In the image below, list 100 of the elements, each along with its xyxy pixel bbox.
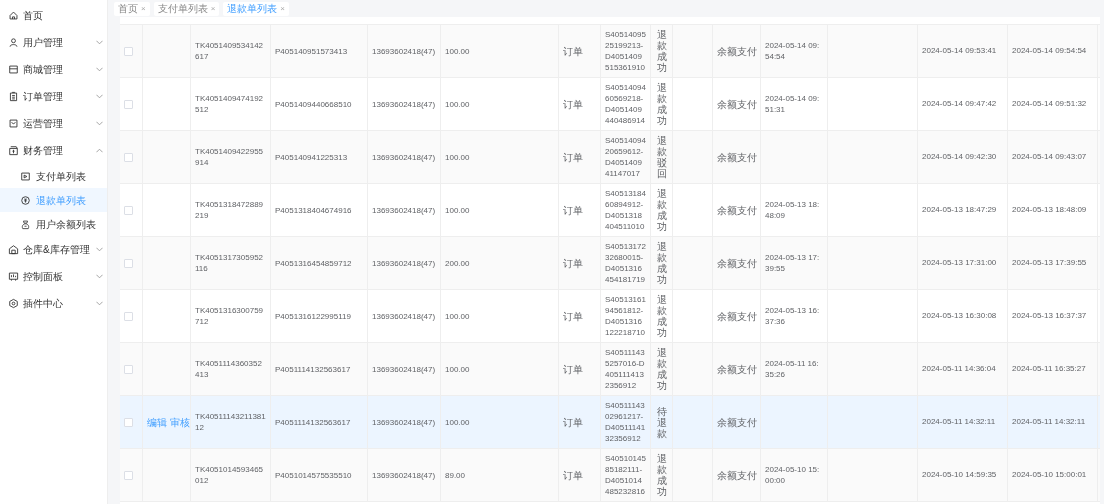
table-cell: P4051318404674916: [275, 204, 352, 216]
sidebar-item[interactable]: 订单管理: [23, 89, 92, 104]
menu-icon: [8, 37, 19, 48]
table-cell: 待退款: [656, 405, 667, 439]
table-cell: S4051318460894912-D4051318404511010: [605, 188, 646, 232]
table-cell: 2024-05-13 18:48:09: [1012, 204, 1087, 216]
row-checkbox[interactable]: [124, 152, 133, 162]
sidebar-item[interactable]: 财务管理: [23, 143, 92, 158]
row-checkbox[interactable]: [124, 364, 133, 374]
row-checkbox[interactable]: [124, 311, 133, 321]
menu-icon: [20, 194, 31, 206]
submenu-item[interactable]: 支付单列表: [0, 164, 107, 188]
table-cell: 100.00: [445, 363, 470, 375]
page-tab[interactable]: 首页 ×: [114, 1, 150, 16]
table-cell-text: 2024-05-13 16:37:36: [765, 305, 821, 327]
table-cell: S4051316194561812-D4051316122218710: [605, 294, 646, 338]
chevron-down-icon[interactable]: [96, 40, 103, 45]
table-cell: 2024-05-13 17:39:55: [1012, 257, 1087, 269]
table-cell-text: TK4051317305952116: [195, 252, 265, 274]
table-row[interactable]: TK4051409422955914 P405140941225313 13693602418(47) 100.00 订单 S4051409420659612-D405140941147017 退款驳回 余额支付 2024-05-14 09:42:30 2024-05-14 09:43:07: [120, 131, 1100, 184]
table-cell: S405111435257016-D4051114132356912: [605, 347, 646, 391]
table-cell-text: 2024-05-14 09:51:31: [765, 93, 821, 115]
table-cell: P405140941225313: [275, 151, 348, 163]
table-cell: 13693602418(47): [372, 257, 436, 269]
table-cell-text: TK4051409474192512: [195, 93, 265, 115]
sidebar-item[interactable]: 仓库&库存管理: [23, 242, 92, 257]
table-cell-text: 订单: [563, 468, 583, 483]
table-cell-text: 2024-05-13 17:39:55: [765, 252, 821, 274]
table-cell: P4051014575535510: [275, 469, 352, 481]
menu-icon: [8, 298, 19, 309]
table-cell: 13693602418(47): [372, 45, 436, 57]
table-cell-text: 订单: [563, 415, 583, 430]
sidebar-item[interactable]: 商城管理: [23, 62, 92, 77]
table-cell: 退款成功: [656, 82, 667, 126]
table-cell: 2024-05-14 09:54:54: [1012, 45, 1087, 57]
sidebar-item[interactable]: 运营管理: [23, 116, 92, 131]
chevron-down-icon[interactable]: [96, 121, 103, 126]
page-tab[interactable]: 支付单列表 ×: [153, 1, 220, 16]
table-cell: P4051409440668510: [275, 98, 352, 110]
row-checkbox[interactable]: [124, 99, 133, 109]
table-cell: 2024-05-13 16:37:37: [1012, 310, 1087, 322]
row-checkbox[interactable]: [124, 205, 133, 215]
chevron-down-icon[interactable]: [96, 301, 103, 306]
table-cell: 100.00: [445, 416, 470, 428]
table-cell: 2024-05-14 09:43:07: [1012, 151, 1087, 163]
table-cell: 13693602418(47): [372, 310, 436, 322]
table-cell: 2024-05-14 09:42:30: [922, 151, 997, 163]
chevron-down-icon[interactable]: [96, 67, 103, 72]
sidebar-item[interactable]: 用户管理: [23, 35, 92, 50]
table-cell: 2024-05-14 09:51:32: [1012, 98, 1087, 110]
sidebar-item[interactable]: 首页: [23, 8, 103, 23]
table-cell: S4051317232680015-D4051316454181719: [605, 241, 646, 285]
sidebar-item[interactable]: 插件中心: [23, 296, 92, 311]
table-cell-text: TK4051114360352413: [195, 358, 263, 380]
menu-icon: [8, 118, 19, 129]
row-checkbox[interactable]: [124, 470, 133, 480]
row-checkbox[interactable]: [124, 46, 133, 56]
chevron-down-icon[interactable]: [96, 247, 103, 252]
table-cell: 13693602418(47): [372, 98, 436, 110]
table-cell: 退款成功: [656, 29, 667, 73]
table-cell: 2024-05-11 14:36:04: [922, 363, 996, 375]
table-cell: 2024-05-13 17:31:00: [922, 257, 997, 269]
table-cell-text: 余额支付: [717, 97, 757, 112]
chevron-down-icon[interactable]: [96, 94, 103, 99]
table-cell-text: 2024-05-13 18:48:09: [765, 199, 821, 221]
table-cell-text: 2024-05-11 16:35:26: [765, 358, 820, 380]
table-cell: 100.00: [445, 151, 470, 163]
table-cell: 200.00: [445, 257, 470, 269]
menu-icon: [20, 218, 31, 230]
table-cell-text: 订单: [563, 150, 583, 165]
chevron-up-icon[interactable]: [96, 148, 103, 153]
row-checkbox[interactable]: [124, 258, 133, 268]
table-cell-text: 2024-05-14 09:54:54: [765, 40, 821, 62]
table-cell-text: 2024-05-10 15:00:00: [765, 464, 821, 486]
table-cell: 2024-05-10 15:00:01: [1012, 469, 1087, 481]
menu-icon: [8, 244, 19, 255]
table-cell-text: 余额支付: [717, 44, 757, 59]
table-cell: 100.00: [445, 45, 470, 57]
menu-icon: [8, 64, 19, 75]
submenu-item[interactable]: 用户余额列表: [0, 212, 107, 236]
table-cell-text: 订单: [563, 203, 583, 218]
table-cell: P4051114132563617: [275, 363, 351, 375]
chevron-down-icon[interactable]: [96, 274, 103, 279]
row-checkbox[interactable]: [124, 417, 133, 427]
menu-icon: [8, 145, 19, 156]
table-cell: 2024-05-13 18:47:29: [922, 204, 997, 216]
table-cell-text: TK4051409534142617: [195, 40, 265, 62]
table-cell: S4051014585182111-D4051014485232816: [605, 453, 646, 497]
table-cell: 13693602418(47): [372, 204, 436, 216]
sidebar-item[interactable]: 控制面板: [23, 269, 92, 284]
table-cell: TK4051114321138112: [195, 411, 266, 433]
table-cell: S4051409420659612-D405140941147017: [605, 135, 646, 179]
table-cell: P4051316122995119: [275, 310, 351, 322]
table-cell: P405140951573413: [275, 45, 348, 57]
table-cell: 退款成功: [656, 453, 667, 497]
table-cell-text: 余额支付: [717, 256, 757, 271]
table-cell-text: TK4051316300759712: [195, 305, 265, 327]
table-cell-text: 订单: [563, 256, 583, 271]
table-cell-text: 订单: [563, 97, 583, 112]
table-cell: 退款驳回: [656, 135, 667, 179]
